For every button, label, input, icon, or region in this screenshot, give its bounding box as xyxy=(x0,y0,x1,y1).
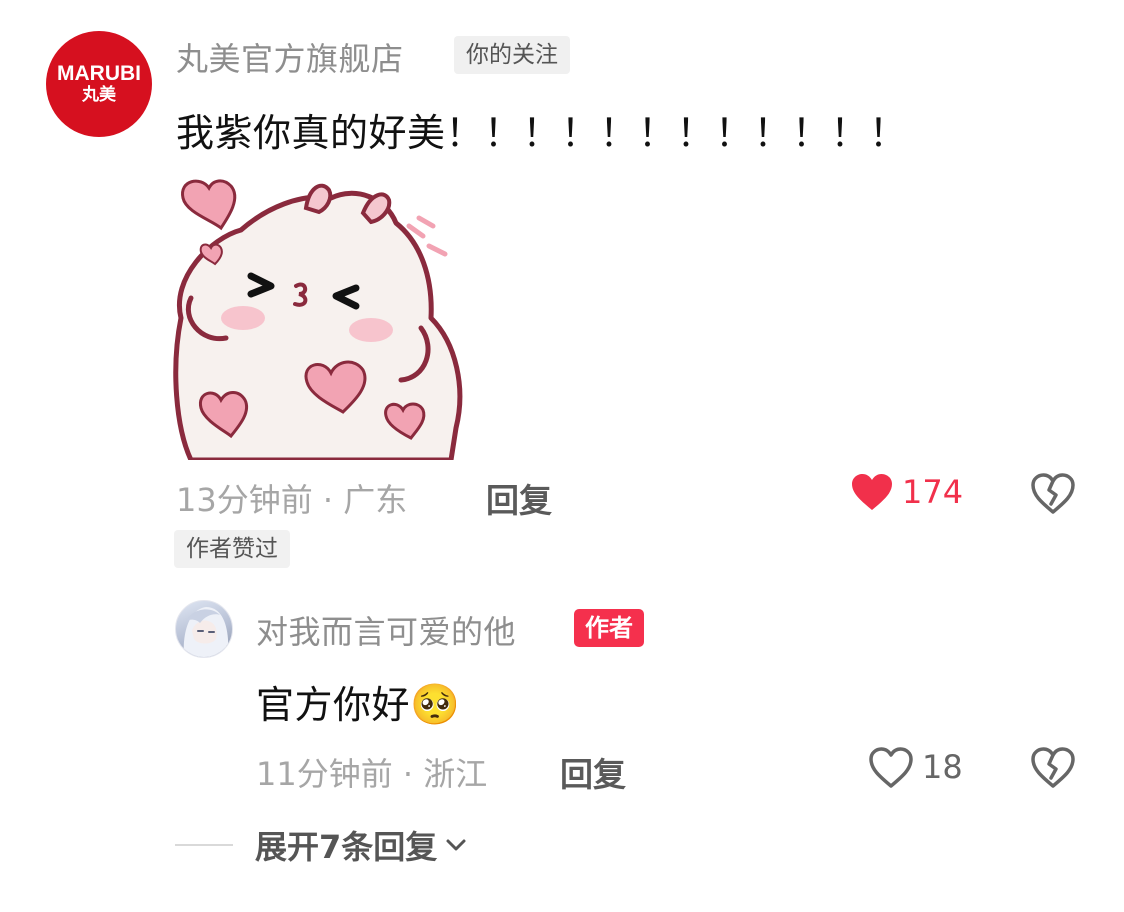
reply-like-count: 18 xyxy=(922,748,963,786)
reply-text-row: 官方你好🥺 xyxy=(256,674,460,729)
heart-outline-icon xyxy=(869,747,913,788)
reply-text: 官方你好 xyxy=(256,683,411,727)
expand-divider xyxy=(175,844,233,846)
hamster-heart-sticker-icon[interactable] xyxy=(171,168,467,460)
comment-meta: 13分钟前 · 广东 xyxy=(176,481,408,519)
author-tag: 作者 xyxy=(574,609,644,647)
avatar-logo-zh: 丸美 xyxy=(82,85,116,104)
anime-avatar-icon xyxy=(183,607,229,657)
chevron-down-icon xyxy=(446,839,466,851)
comment-thread: MARUBI 丸美 丸美官方旗舰店 你的关注 我紫你真的好美！！！！！！！！！！… xyxy=(0,0,1124,912)
reply-button[interactable]: 回复 xyxy=(486,474,552,522)
like-button[interactable]: 174 xyxy=(850,472,963,512)
comment-text: 我紫你真的好美！！！！！！！！！！！！ xyxy=(176,111,908,155)
comment-username[interactable]: 丸美官方旗舰店 xyxy=(176,34,404,80)
reply-reply-button[interactable]: 回复 xyxy=(560,748,626,796)
broken-heart-icon[interactable] xyxy=(1030,472,1076,514)
pleading-face-emoji-icon: 🥺 xyxy=(410,682,461,728)
avatar-logo-en: MARUBI xyxy=(57,62,141,85)
expand-replies-button[interactable]: 展开7条回复 xyxy=(175,822,467,868)
author-liked-tag: 作者赞过 xyxy=(174,530,290,568)
reply-avatar[interactable] xyxy=(175,600,233,658)
reply-broken-heart-icon[interactable] xyxy=(1030,746,1076,788)
reply-meta: 11分钟前 · 浙江 xyxy=(256,755,488,793)
follow-tag: 你的关注 xyxy=(454,36,570,74)
expand-replies-label: 展开7条回复 xyxy=(255,828,438,866)
reply-like-button[interactable]: 18 xyxy=(868,746,963,788)
brand-avatar[interactable]: MARUBI 丸美 xyxy=(46,31,152,137)
like-count: 174 xyxy=(902,473,964,511)
heart-filled-icon xyxy=(852,474,892,510)
reply-username[interactable]: 对我而言可爱的他 xyxy=(256,607,516,653)
